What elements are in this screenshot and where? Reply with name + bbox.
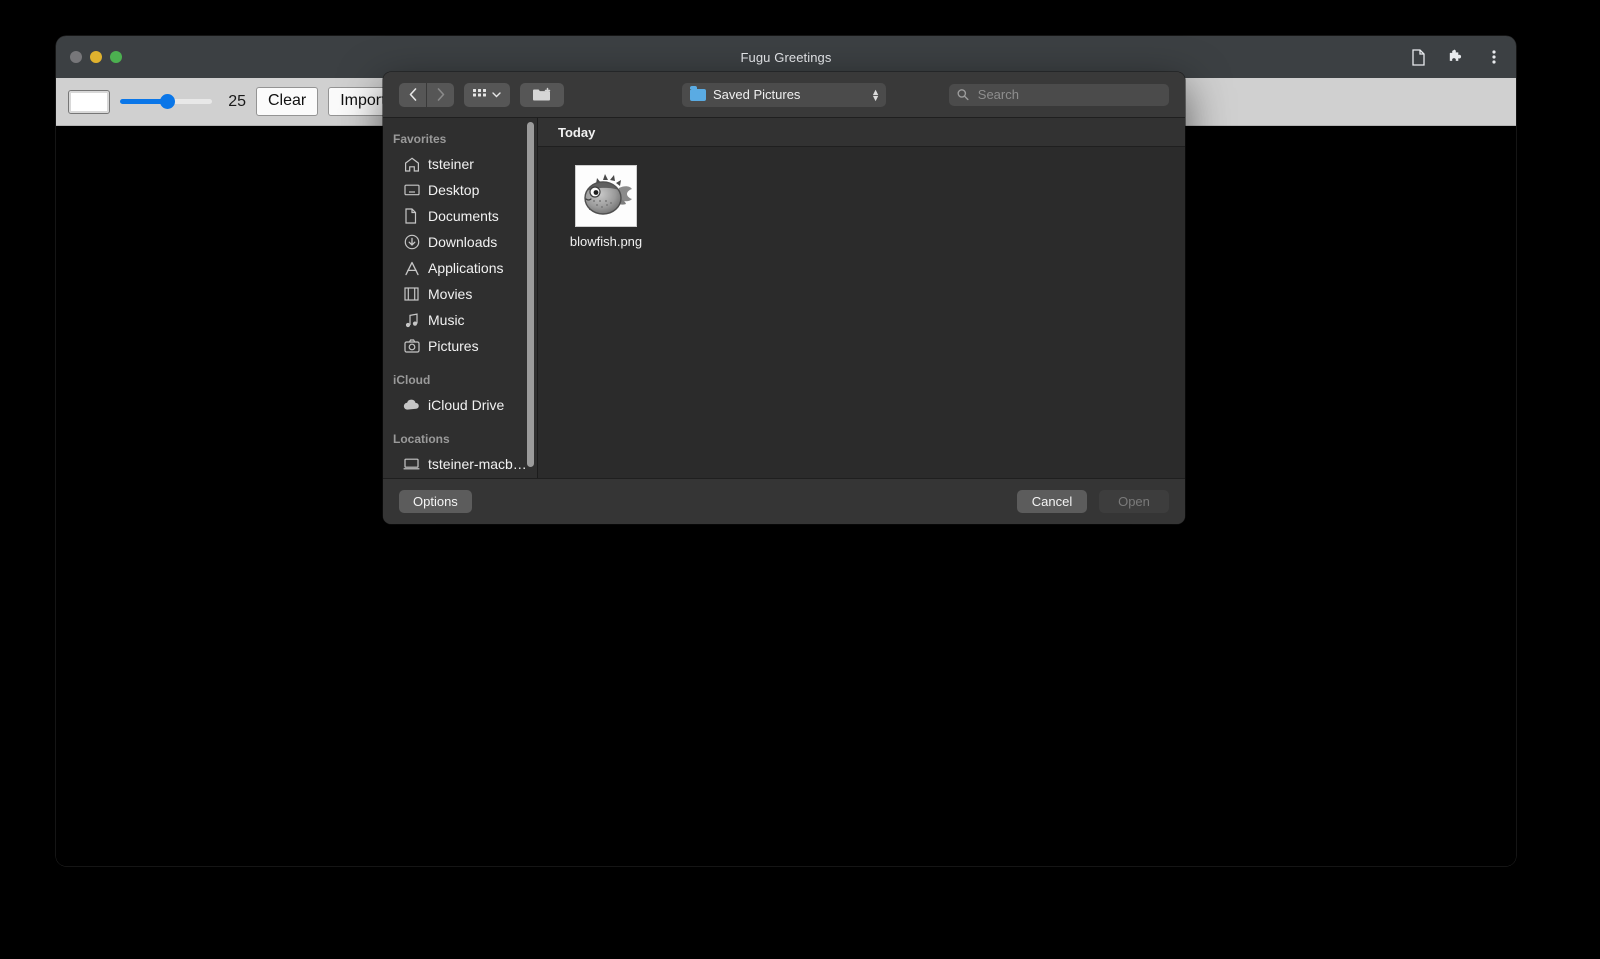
sidebar-item-label: Movies: [428, 286, 473, 302]
navigation-buttons: [399, 82, 454, 107]
extensions-puzzle-icon[interactable]: [1446, 47, 1466, 67]
desktop-icon: [403, 182, 420, 199]
sidebar-item-label: Desktop: [428, 182, 480, 198]
sidebar-item-label: Applications: [428, 260, 504, 276]
sidebar-item-music[interactable]: Music: [383, 307, 538, 333]
close-window-button[interactable]: [70, 51, 82, 63]
titlebar-actions: [1408, 36, 1504, 78]
chevron-updown-icon: ▲ ▼: [871, 86, 880, 103]
sidebar-item-label: Downloads: [428, 234, 498, 250]
file-group-header: Today: [538, 118, 1185, 147]
open-button[interactable]: Open: [1099, 490, 1169, 513]
dialog-toolbar: Saved Pictures ▲ ▼: [383, 72, 1185, 117]
forward-button[interactable]: [427, 82, 454, 107]
sidebar-item-downloads[interactable]: Downloads: [383, 229, 538, 255]
sidebar-item-label: Documents: [428, 208, 499, 224]
sidebar-item-applications[interactable]: Applications: [383, 255, 538, 281]
path-popup-label: Saved Pictures: [713, 87, 801, 102]
applications-icon: [403, 260, 420, 277]
options-button[interactable]: Options: [399, 490, 472, 513]
sidebar-section-header-locations: Locations: [393, 432, 450, 446]
movies-icon: [403, 286, 420, 303]
clear-button[interactable]: Clear: [256, 87, 319, 116]
sidebar-item-label: tsteiner: [428, 156, 474, 172]
slider-thumb[interactable]: [160, 93, 176, 109]
music-icon: [403, 312, 420, 329]
file-item-label: blowfish.png: [569, 234, 643, 249]
documents-icon: [403, 208, 420, 225]
sidebar-section-header-favorites: Favorites: [393, 132, 447, 146]
search-input[interactable]: [975, 86, 1161, 103]
sidebar-item-label: Music: [428, 312, 465, 328]
minimize-window-button[interactable]: [90, 51, 102, 63]
laptop-icon: [403, 456, 420, 473]
sidebar-item-label: iCloud Drive: [428, 397, 505, 413]
path-popup-button[interactable]: Saved Pictures ▲ ▼: [682, 82, 886, 107]
window-title: Fugu Greetings: [740, 49, 832, 65]
dialog-sidebar: Favorites tsteiner Desktop Documents Dow…: [383, 118, 538, 478]
view-mode-grid-icon[interactable]: [464, 82, 510, 107]
blue-folder-icon: [690, 85, 706, 101]
sidebar-item-documents[interactable]: Documents: [383, 203, 538, 229]
dialog-footer: Options Cancel Open: [383, 478, 1185, 524]
sidebar-item-movies[interactable]: Movies: [383, 281, 538, 307]
file-browser-pane: Today blowfish.png: [538, 118, 1185, 478]
new-folder-icon[interactable]: [520, 82, 564, 107]
sidebar-item-tsteiner-macbook[interactable]: tsteiner-macb…: [383, 451, 538, 477]
traffic-light-group: [70, 36, 122, 78]
page-info-icon[interactable]: [1408, 47, 1428, 67]
back-button[interactable]: [399, 82, 426, 107]
sidebar-item-desktop[interactable]: Desktop: [383, 177, 538, 203]
sidebar-item-tsteiner[interactable]: tsteiner: [383, 151, 538, 177]
cancel-button[interactable]: Cancel: [1017, 490, 1087, 513]
sidebar-item-label: Pictures: [428, 338, 479, 354]
dialog-body: Favorites tsteiner Desktop Documents Dow…: [383, 117, 1185, 478]
search-box[interactable]: [949, 83, 1169, 106]
pictures-icon: [403, 338, 420, 355]
sidebar-scrollbar[interactable]: [527, 122, 534, 467]
icloud-icon: [403, 397, 420, 414]
blowfish-image: [584, 174, 632, 215]
color-picker-input[interactable]: [68, 89, 110, 114]
file-item-blowfish[interactable]: blowfish.png: [558, 165, 654, 249]
sidebar-item-macintosh-hd[interactable]: Macintosh HD: [383, 477, 538, 478]
file-grid: blowfish.png: [538, 147, 1185, 478]
open-file-dialog: Saved Pictures ▲▼ Favorites tsteiner: [383, 72, 1185, 524]
more-menu-icon[interactable]: [1484, 47, 1504, 67]
home-icon: [403, 156, 420, 173]
sidebar-item-pictures[interactable]: Pictures: [383, 333, 538, 359]
sidebar-divider: [537, 118, 538, 478]
sidebar-item-icloud-drive[interactable]: iCloud Drive: [383, 392, 538, 418]
sidebar-item-label: tsteiner-macb…: [428, 456, 527, 472]
downloads-icon: [403, 234, 420, 251]
sidebar-section-header-icloud: iCloud: [393, 373, 431, 387]
line-width-slider[interactable]: [120, 92, 212, 112]
maximize-window-button[interactable]: [110, 51, 122, 63]
slider-value-label: 25: [228, 92, 246, 110]
blowfish-thumbnail: [575, 165, 637, 227]
search-icon: [957, 89, 969, 101]
